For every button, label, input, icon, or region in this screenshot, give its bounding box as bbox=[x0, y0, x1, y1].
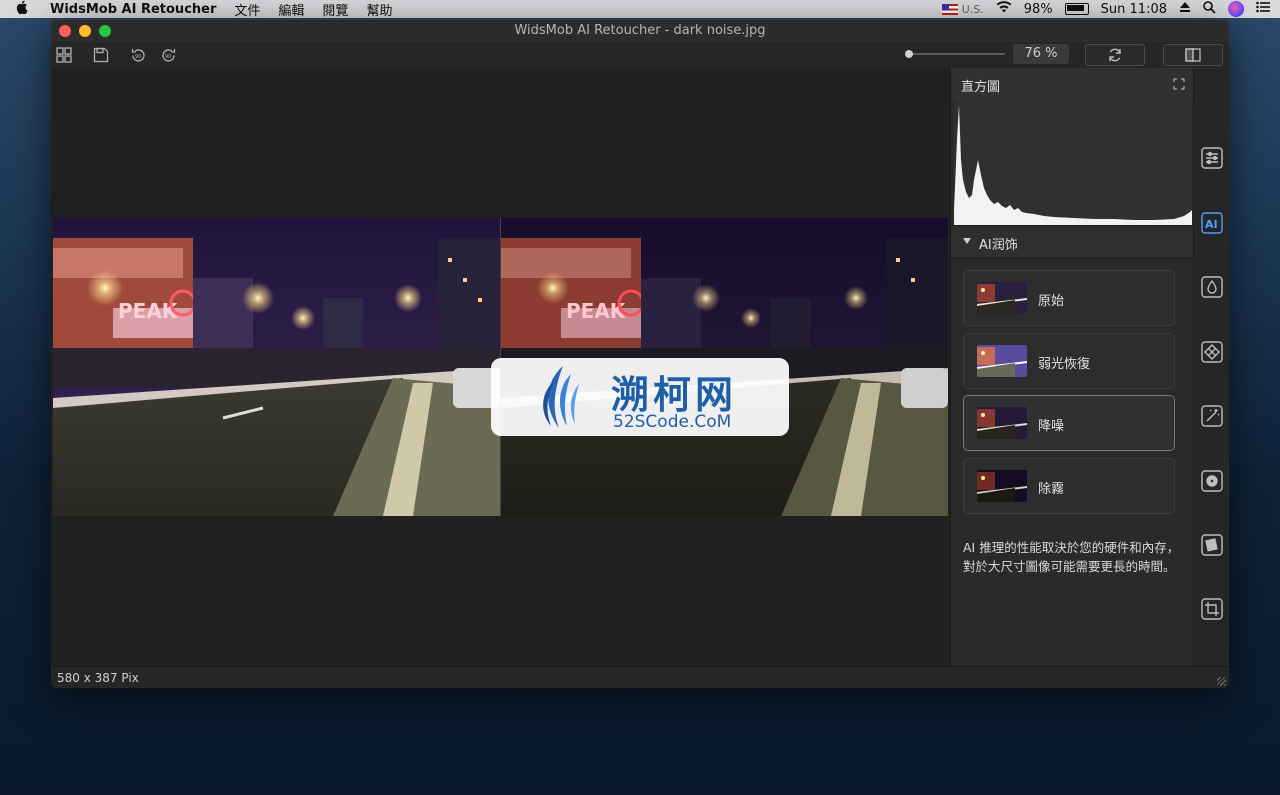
menu-file[interactable]: 文件 bbox=[234, 0, 260, 19]
adjustments-panel: 直方圖 AI润饰 原始 弱光恢復 降噪 除霧 AI 推理的性能取決於您的硬件和內… bbox=[950, 68, 1193, 666]
zoom-window-button[interactable] bbox=[99, 25, 111, 37]
menu-bar: WidsMob AI Retoucher 文件 編輯 閱覽 幫助 U.S. 98… bbox=[0, 0, 1280, 19]
ai-retouch-icon[interactable]: AI bbox=[1200, 211, 1224, 235]
watermark-logo bbox=[543, 366, 579, 428]
expand-icon[interactable] bbox=[1169, 74, 1189, 94]
preset-low-light[interactable]: 弱光恢復 bbox=[963, 333, 1175, 389]
watermark-banner: 溯柯网 52SCode.CoM bbox=[491, 358, 789, 436]
us-flag-icon bbox=[941, 3, 958, 15]
minimize-window-button[interactable] bbox=[79, 25, 91, 37]
grid-view-icon[interactable] bbox=[54, 45, 74, 65]
histogram-title: 直方圖 bbox=[961, 80, 1001, 95]
resize-grip-icon[interactable] bbox=[1217, 677, 1226, 686]
svg-text:90: 90 bbox=[135, 54, 141, 60]
histogram bbox=[954, 100, 1192, 225]
preset-label: 原始 bbox=[1038, 294, 1065, 309]
watermark-subtitle: 52SCode.CoM bbox=[613, 412, 732, 432]
ai-retouch-section-header[interactable]: AI润饰 bbox=[951, 225, 1193, 259]
rotate-right-icon[interactable]: 90 bbox=[158, 45, 178, 65]
preset-thumbnail bbox=[977, 282, 1027, 314]
preset-thumbnail bbox=[977, 470, 1027, 502]
crop-icon[interactable] bbox=[1200, 597, 1224, 621]
split-view-icon bbox=[1185, 48, 1201, 62]
disclosure-triangle-icon[interactable] bbox=[963, 238, 971, 244]
preset-label: 弱光恢復 bbox=[1038, 357, 1091, 372]
frames-icon[interactable] bbox=[1200, 533, 1224, 557]
status-bar: 580 x 387 Pix bbox=[51, 666, 1229, 688]
magic-wand-icon[interactable] bbox=[1200, 404, 1224, 428]
preset-denoise[interactable]: 降噪 bbox=[963, 395, 1175, 451]
svg-text:90: 90 bbox=[165, 54, 171, 60]
adjust-sliders-icon[interactable] bbox=[1200, 146, 1224, 170]
zoom-percent[interactable]: 76 % bbox=[1013, 44, 1069, 64]
input-source-indicator[interactable]: U.S. bbox=[941, 2, 984, 17]
image-dimensions: 580 x 387 Pix bbox=[57, 671, 139, 685]
preset-dehaze[interactable]: 除霧 bbox=[963, 458, 1175, 514]
preset-original[interactable]: 原始 bbox=[963, 270, 1175, 326]
lens-icon[interactable] bbox=[1200, 469, 1224, 493]
title-bar[interactable]: WidsMob AI Retoucher - dark noise.jpg bbox=[51, 20, 1229, 42]
menu-help[interactable]: 幫助 bbox=[366, 0, 392, 19]
zoom-slider[interactable] bbox=[905, 50, 1005, 58]
rotate-left-icon[interactable]: 90 bbox=[128, 45, 148, 65]
image-canvas[interactable]: PEAK PEAK 溯柯网 52SCode.CoM bbox=[51, 68, 950, 666]
input-source-label: U.S. bbox=[961, 2, 984, 16]
svg-text:AI: AI bbox=[1205, 218, 1218, 231]
app-window: WidsMob AI Retoucher - dark noise.jpg 90… bbox=[51, 20, 1229, 688]
save-icon[interactable] bbox=[91, 45, 111, 65]
preset-label: 除霧 bbox=[1038, 482, 1065, 497]
menu-edit[interactable]: 編輯 bbox=[278, 0, 304, 19]
window-title: WidsMob AI Retoucher - dark noise.jpg bbox=[514, 23, 766, 38]
wifi-icon[interactable] bbox=[996, 1, 1012, 17]
preset-thumbnail bbox=[977, 345, 1027, 377]
toolbar: 90 90 76 % bbox=[51, 42, 1229, 68]
preset-label: 降噪 bbox=[1038, 419, 1065, 434]
original-photo: PEAK bbox=[53, 218, 500, 516]
eject-icon[interactable] bbox=[1179, 1, 1191, 17]
zoom-slider-knob[interactable] bbox=[905, 50, 913, 58]
close-window-button[interactable] bbox=[59, 25, 71, 37]
app-menu-name[interactable]: WidsMob AI Retoucher bbox=[50, 2, 216, 17]
histogram-header: 直方圖 bbox=[951, 68, 1193, 100]
spotlight-search-icon[interactable] bbox=[1203, 0, 1216, 18]
refresh-icon bbox=[1109, 48, 1121, 62]
color-drop-icon[interactable] bbox=[1200, 275, 1224, 299]
ai-retouch-title: AI润饰 bbox=[979, 238, 1018, 253]
reset-button[interactable] bbox=[1085, 44, 1145, 66]
tool-tab-bar: AI bbox=[1193, 68, 1229, 666]
watermark-title: 溯柯网 bbox=[611, 372, 738, 417]
compare-view-button[interactable] bbox=[1163, 44, 1223, 66]
menu-view[interactable]: 閱覽 bbox=[322, 0, 348, 19]
battery-percent: 98% bbox=[1023, 1, 1053, 17]
battery-icon[interactable] bbox=[1064, 3, 1089, 15]
preset-thumbnail bbox=[977, 407, 1027, 439]
clock[interactable]: Sun 11:08 bbox=[1101, 2, 1167, 17]
texture-icon[interactable] bbox=[1200, 340, 1224, 364]
performance-note: AI 推理的性能取決於您的硬件和內存，對於大尺寸圖像可能需要更長的時間。 bbox=[963, 540, 1180, 574]
notification-center-icon[interactable] bbox=[1256, 1, 1270, 17]
siri-icon[interactable] bbox=[1228, 1, 1244, 17]
apple-icon[interactable] bbox=[14, 0, 30, 18]
